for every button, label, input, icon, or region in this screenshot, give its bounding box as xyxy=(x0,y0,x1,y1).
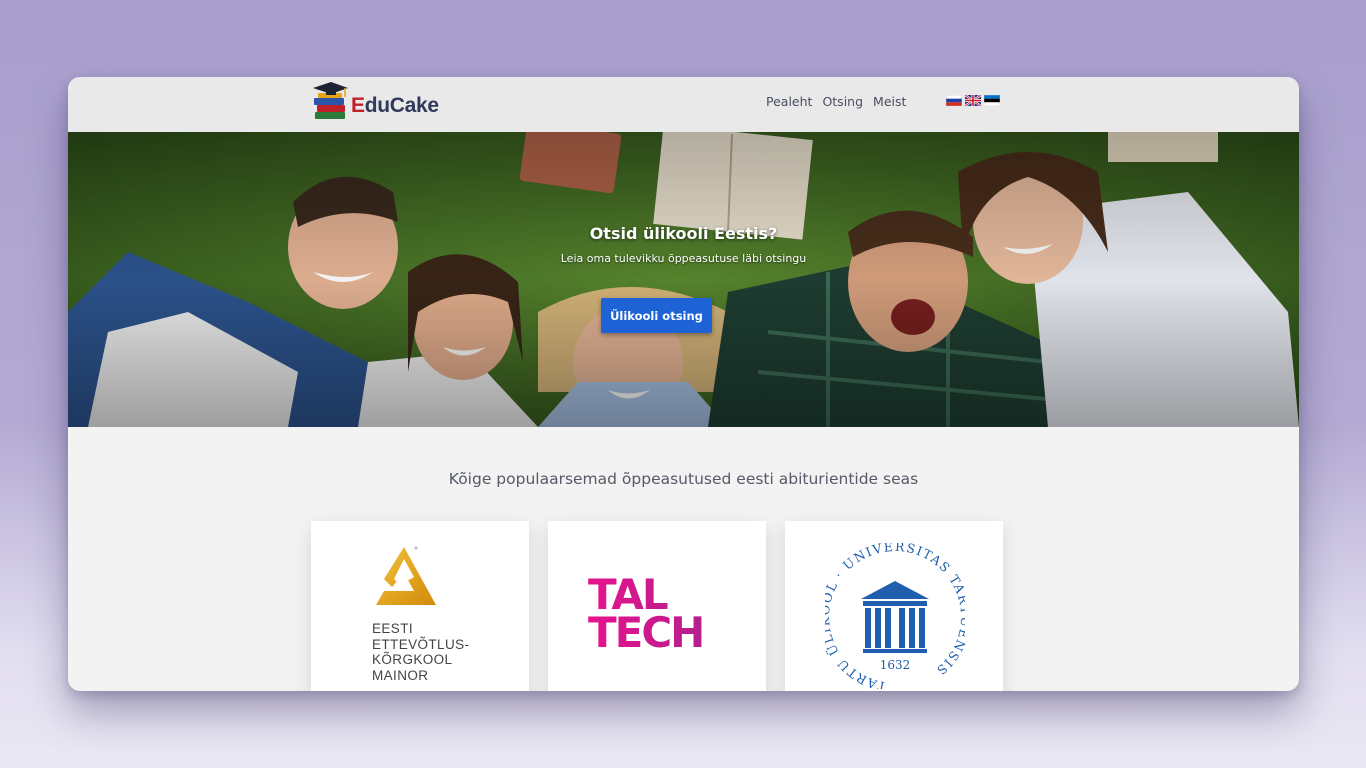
institution-cards: EESTI ETTEVÕTLUS- KÕRGKOOL MAINOR TAL TE… xyxy=(311,521,1003,691)
mainor-logo-icon xyxy=(376,546,436,605)
brand-name: EduCake xyxy=(351,94,439,117)
nav-link-otsing[interactable]: Otsing xyxy=(822,94,863,109)
browser-window: EduCake Pealeht Otsing Meist Otsid üliko… xyxy=(68,77,1299,691)
institution-card-tartu[interactable]: TARTU ÜLIKOOL · UNIVERSITAS TARTUENSIS 1… xyxy=(785,521,1003,691)
hero-title: Otsid ülikooli Eestis? xyxy=(589,224,778,243)
nav-link-meist[interactable]: Meist xyxy=(873,94,906,109)
students-on-grass-photo xyxy=(68,132,1299,427)
navbar: EduCake Pealeht Otsing Meist xyxy=(68,77,1299,133)
taltech-logo: TAL TECH xyxy=(588,570,704,657)
nav-link-pealeht[interactable]: Pealeht xyxy=(766,94,812,109)
institution-card-taltech[interactable]: TAL TECH xyxy=(548,521,766,691)
uk-flag-icon[interactable] xyxy=(965,95,981,106)
estonian-flag-icon[interactable] xyxy=(984,95,1000,106)
brand-logo[interactable]: EduCake xyxy=(311,80,439,124)
institution-card-mainor[interactable]: EESTI ETTEVÕTLUS- KÕRGKOOL MAINOR xyxy=(311,521,529,691)
hero-banner: Otsid ülikooli Eestis? Leia oma tulevikk… xyxy=(68,132,1299,427)
popular-section-title: Kõige populaarsemad õppeasutused eesti a… xyxy=(448,470,919,488)
russian-flag-icon[interactable] xyxy=(946,95,962,106)
hero-subtitle: Leia oma tulevikku õppeasutuse läbi otsi… xyxy=(560,252,807,265)
seal-year: 1632 xyxy=(880,658,911,672)
books-graduation-cap-icon xyxy=(313,82,348,119)
main-nav: Pealeht Otsing Meist xyxy=(766,94,906,109)
mainor-name: EESTI ETTEVÕTLUS- KÕRGKOOL MAINOR xyxy=(372,621,470,683)
language-switcher xyxy=(946,95,1000,106)
tartu-university-seal-icon: TARTU ÜLIKOOL · UNIVERSITAS TARTUENSIS 1… xyxy=(825,543,965,689)
university-search-button[interactable]: Ülikooli otsing xyxy=(601,298,712,333)
